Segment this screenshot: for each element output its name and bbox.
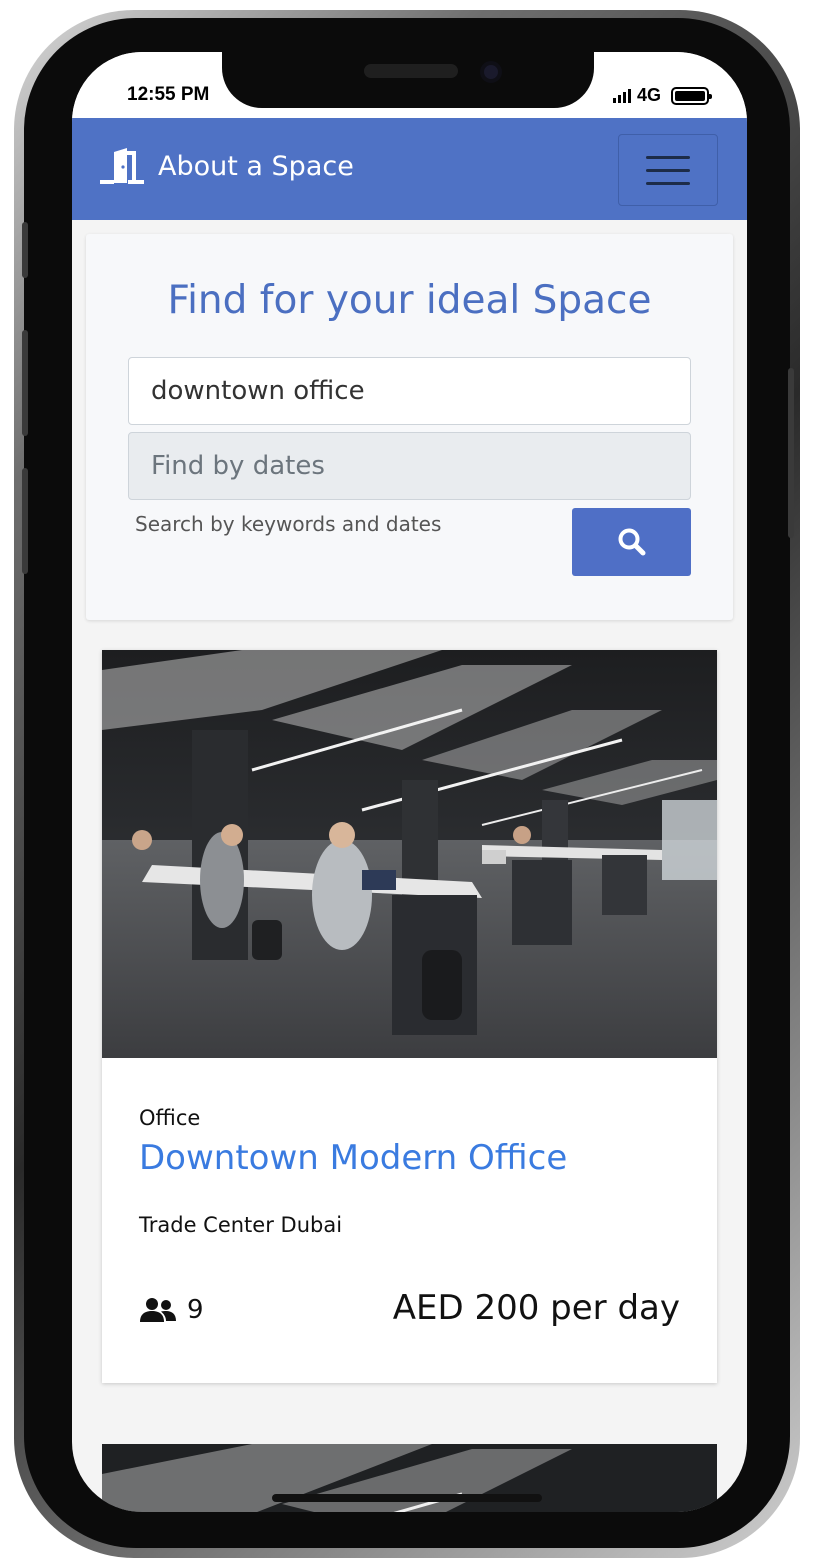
phone-screen: 12:55 PM 4G About a Space Find for your … xyxy=(72,52,747,1512)
power-button xyxy=(788,368,794,538)
listing-price: AED 200 per day xyxy=(392,1288,680,1328)
signal-icon xyxy=(612,88,631,103)
search-helper-text: Search by keywords and dates xyxy=(135,512,442,536)
mute-switch xyxy=(22,222,28,278)
dates-input[interactable] xyxy=(128,432,691,500)
menu-toggle-button[interactable] xyxy=(618,134,718,206)
navbar: About a Space xyxy=(72,118,747,220)
listing-type: Office xyxy=(139,1106,201,1130)
listing-card[interactable]: Office Downtown Modern Office Trade Cent… xyxy=(102,650,717,1383)
office-photo xyxy=(102,650,717,1058)
home-indicator[interactable] xyxy=(272,1494,542,1502)
status-indicators: 4G xyxy=(612,85,712,106)
search-card: Find for your ideal Space Search by keyw… xyxy=(86,234,733,620)
status-time: 12:55 PM xyxy=(127,84,210,105)
door-icon xyxy=(100,148,144,184)
listing-photo[interactable] xyxy=(102,650,717,1058)
brand-link[interactable]: About a Space xyxy=(100,148,354,184)
listing-location: Trade Center Dubai xyxy=(139,1213,343,1237)
hamburger-icon xyxy=(646,155,690,159)
search-icon xyxy=(618,528,645,556)
capacity-value: 9 xyxy=(187,1295,204,1325)
volume-up-button xyxy=(22,330,28,436)
front-camera xyxy=(480,61,502,83)
search-title: Find for your ideal Space xyxy=(167,278,652,323)
listing-capacity: 9 xyxy=(139,1295,204,1325)
speaker-grille xyxy=(364,64,458,78)
listing-title-link[interactable]: Downtown Modern Office xyxy=(139,1138,567,1178)
phone-notch xyxy=(222,52,594,108)
brand-name: About a Space xyxy=(158,150,354,182)
keyword-search-input[interactable] xyxy=(128,357,691,425)
network-label: 4G xyxy=(636,85,661,105)
volume-down-button xyxy=(22,468,28,574)
search-button[interactable] xyxy=(572,508,691,576)
battery-icon xyxy=(671,86,712,105)
users-icon xyxy=(140,1298,176,1322)
